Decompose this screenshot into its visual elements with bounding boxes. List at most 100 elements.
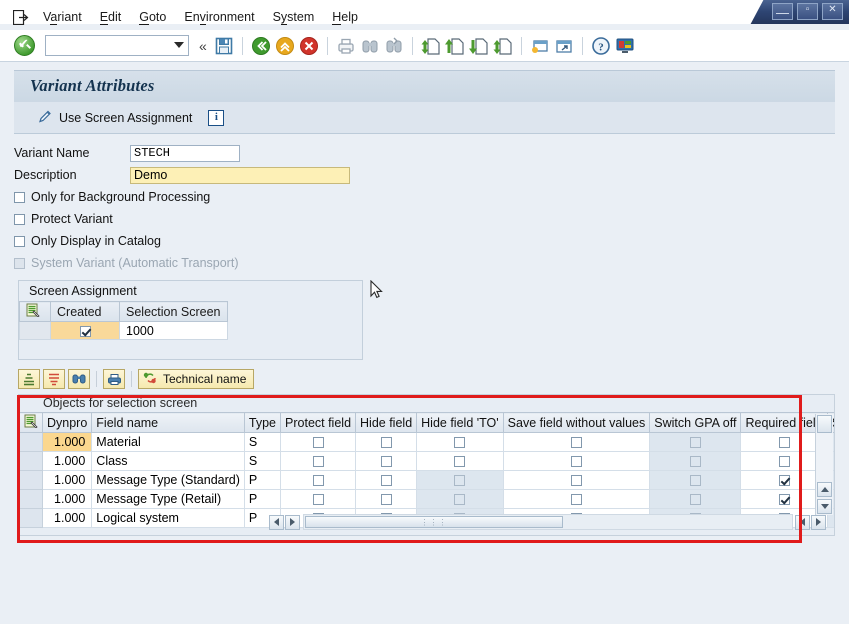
scroll-down-button[interactable] <box>817 499 832 514</box>
vertical-scrollbar-thumb[interactable] <box>817 415 832 433</box>
menu-item-environment[interactable]: Environment <box>175 8 263 26</box>
cell-field-name[interactable]: Material <box>91 432 245 452</box>
hide-field-checkbox[interactable] <box>380 494 392 506</box>
first-page-icon[interactable] <box>420 35 442 57</box>
column-header-hide-field[interactable]: Hide field <box>355 412 418 433</box>
cell-field-name[interactable]: Class <box>91 451 245 471</box>
create-shortcut-icon[interactable] <box>553 35 575 57</box>
hide-field-checkbox[interactable] <box>380 475 392 487</box>
horizontal-scrollbar-thumb[interactable]: ⋮⋮⋮ <box>305 516 563 528</box>
print-button[interactable] <box>103 369 125 389</box>
required-field-checkbox[interactable] <box>778 437 790 449</box>
print-icon[interactable] <box>335 35 357 57</box>
table-row[interactable]: 1.000 Class S <box>19 451 834 471</box>
last-page-icon[interactable] <box>492 35 514 57</box>
cell-save-field-without-values[interactable] <box>502 470 651 490</box>
cell-created[interactable] <box>50 321 120 340</box>
cell-dynpro[interactable]: 1.000 <box>41 432 93 452</box>
save-field-without-values-checkbox[interactable] <box>570 437 582 449</box>
cell-save-field-without-values[interactable] <box>502 432 651 452</box>
sort-ascending-button[interactable] <box>18 369 40 389</box>
menu-item-system[interactable]: System <box>264 8 324 26</box>
exit-icon[interactable] <box>8 8 34 26</box>
find-button[interactable] <box>68 369 90 389</box>
checkbox-only-background-processing[interactable]: Only for Background Processing <box>0 186 849 208</box>
hide-field-to-checkbox[interactable] <box>454 456 466 468</box>
row-selector[interactable] <box>19 432 43 452</box>
cell-hide-field[interactable] <box>355 451 418 471</box>
command-field[interactable] <box>45 35 189 56</box>
cell-field-name[interactable]: Message Type (Standard) <box>91 470 245 490</box>
info-icon[interactable]: i <box>208 109 225 126</box>
column-header-protect-field[interactable]: Protect field <box>280 412 357 433</box>
cell-dynpro[interactable]: 1.000 <box>41 451 93 471</box>
horizontal-scrollbar-track[interactable]: ⋮⋮⋮ <box>303 514 793 530</box>
help-icon[interactable]: ? <box>590 35 612 57</box>
use-screen-assignment-button[interactable]: Use Screen Assignment <box>38 109 192 127</box>
created-checkbox[interactable] <box>79 325 91 337</box>
cell-dynpro[interactable]: 1.000 <box>41 470 93 490</box>
cell-field-name[interactable]: Logical system <box>91 508 245 528</box>
table-horizontal-scrollbar[interactable]: ⋮⋮⋮ <box>269 513 827 531</box>
required-field-checkbox[interactable] <box>778 494 790 506</box>
customize-local-layout-icon[interactable] <box>614 35 636 57</box>
column-header-save-field-without-values[interactable]: Save field without values <box>502 412 651 433</box>
cell-type[interactable]: S <box>243 432 282 452</box>
scroll-right-end-button[interactable] <box>811 514 826 530</box>
checkbox-only-display-in-catalog[interactable]: Only Display in Catalog <box>0 230 849 252</box>
close-icon[interactable]: ✕ <box>822 3 843 20</box>
row-selector[interactable] <box>19 470 43 490</box>
protect-field-checkbox[interactable] <box>312 475 324 487</box>
checkbox-box[interactable] <box>14 191 25 203</box>
column-header-field-name[interactable]: Field name <box>91 412 245 433</box>
exit-icon[interactable] <box>274 35 296 57</box>
table-row[interactable]: 1.000 Material S <box>19 432 834 452</box>
scroll-left-end-button[interactable] <box>795 514 810 530</box>
cell-dynpro[interactable]: 1.000 <box>41 508 93 528</box>
cell-hide-field-to[interactable] <box>416 451 504 471</box>
cell-selection-screen[interactable]: 1000 <box>119 321 228 340</box>
command-input[interactable] <box>46 36 168 53</box>
required-field-checkbox[interactable] <box>778 475 790 487</box>
row-selector[interactable] <box>19 451 43 471</box>
menu-item-variant[interactable]: Variant <box>34 8 91 26</box>
cell-dynpro[interactable]: 1.000 <box>41 489 93 509</box>
protect-field-checkbox[interactable] <box>312 494 324 506</box>
table-row[interactable]: 1000 <box>19 321 228 340</box>
table-settings-icon[interactable] <box>19 301 51 322</box>
description-input[interactable] <box>130 166 350 184</box>
menu-item-goto[interactable]: Goto <box>130 8 175 26</box>
cell-hide-field[interactable] <box>355 489 418 509</box>
cell-save-field-without-values[interactable] <box>502 451 651 471</box>
protect-field-checkbox[interactable] <box>312 456 324 468</box>
cancel-icon[interactable] <box>298 35 320 57</box>
minimize-icon[interactable]: — <box>772 3 793 20</box>
cell-protect-field[interactable] <box>280 451 357 471</box>
row-selector[interactable] <box>19 508 43 528</box>
expand-command-icon[interactable]: « <box>199 38 207 54</box>
checkbox-box[interactable] <box>14 213 25 225</box>
row-selector[interactable] <box>19 321 51 340</box>
chevron-down-icon[interactable] <box>174 42 184 48</box>
technical-name-button[interactable]: Technical name <box>138 369 255 389</box>
cell-save-field-without-values[interactable] <box>502 489 651 509</box>
checkbox-protect-variant[interactable]: Protect Variant <box>0 208 849 230</box>
table-settings-icon[interactable] <box>19 412 43 433</box>
scroll-right-button[interactable] <box>285 514 300 530</box>
save-field-without-values-checkbox[interactable] <box>570 475 582 487</box>
cell-protect-field[interactable] <box>280 470 357 490</box>
column-header-dynpro[interactable]: Dynpro <box>41 412 93 433</box>
save-field-without-values-checkbox[interactable] <box>570 456 582 468</box>
variant-name-input[interactable] <box>130 144 240 162</box>
cell-protect-field[interactable] <box>280 432 357 452</box>
hide-field-checkbox[interactable] <box>380 456 392 468</box>
menu-item-help[interactable]: Help <box>323 8 367 26</box>
protect-field-checkbox[interactable] <box>312 437 324 449</box>
save-icon[interactable] <box>213 35 235 57</box>
cell-type[interactable]: S <box>243 451 282 471</box>
required-field-checkbox[interactable] <box>778 456 790 468</box>
column-header-selection-screen[interactable]: Selection Screen <box>119 301 228 322</box>
previous-page-icon[interactable] <box>444 35 466 57</box>
cell-hide-field-to[interactable] <box>416 432 504 452</box>
save-field-without-values-checkbox[interactable] <box>570 494 582 506</box>
